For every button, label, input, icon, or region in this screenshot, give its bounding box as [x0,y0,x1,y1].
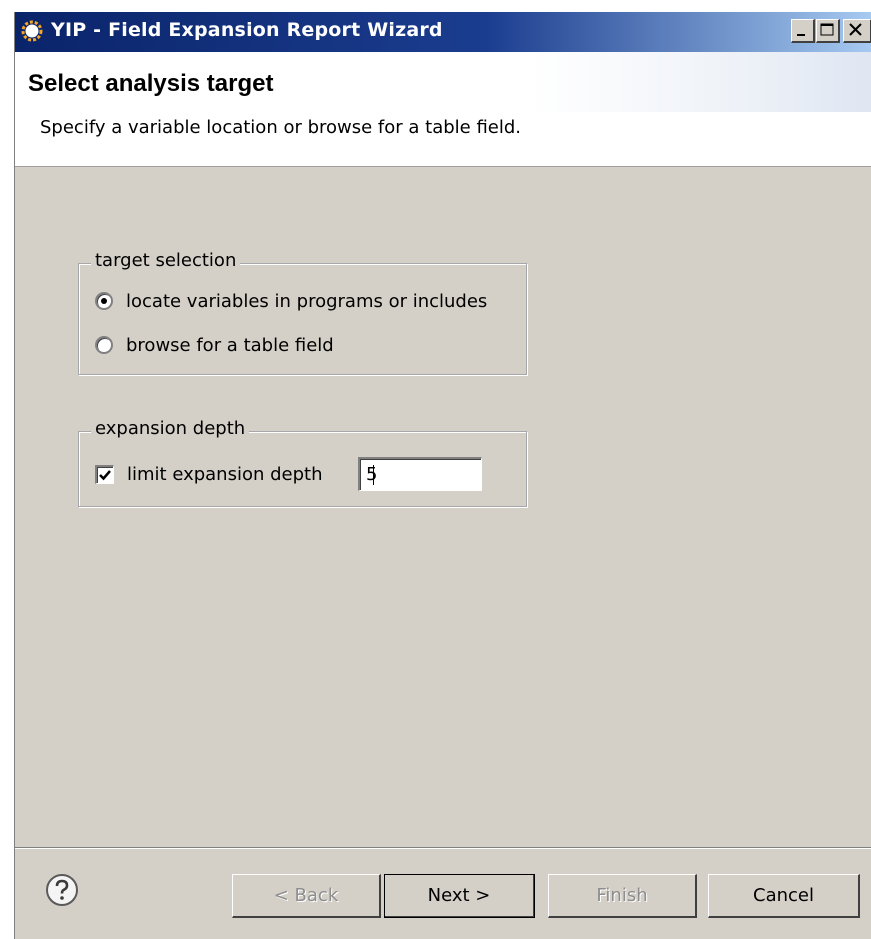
locate-variables-radio-row[interactable]: locate variables in programs or includes [95,288,487,314]
wizard-header: Select analysis target Specify a variabl… [15,52,871,167]
back-button[interactable]: < Back [232,874,381,918]
header-banner [532,52,871,112]
locate-variables-radio[interactable] [95,292,113,310]
wizard-window: YIP - Field Expansion Report Wizard Sele… [14,12,871,939]
close-button[interactable] [843,19,871,43]
target-selection-legend: target selection [91,250,241,271]
app-gear-icon [21,20,43,42]
locate-variables-label[interactable]: locate variables in programs or includes [126,291,487,312]
limit-depth-checkbox[interactable] [95,464,114,484]
checkmark-icon [99,469,111,480]
help-icon[interactable] [45,873,79,907]
depth-input[interactable] [358,457,482,491]
next-button[interactable]: Next > [384,874,535,918]
cancel-button[interactable]: Cancel [708,874,860,918]
limit-depth-checkbox-row[interactable]: limit expansion depth [95,461,323,487]
page-description: Specify a variable location or browse fo… [40,117,522,138]
minimize-icon [797,34,805,36]
minimize-button[interactable] [791,19,815,43]
expansion-depth-group: expansion depth limit expansion depth [78,418,527,507]
title-bar[interactable]: YIP - Field Expansion Report Wizard [15,12,871,52]
expansion-depth-legend: expansion depth [91,418,250,439]
finish-button[interactable]: Finish [548,874,697,918]
footer-separator [15,847,871,849]
limit-depth-label[interactable]: limit expansion depth [127,464,323,485]
window-title: YIP - Field Expansion Report Wizard [51,19,443,41]
browse-table-field-radio[interactable] [95,336,113,354]
browse-table-field-label[interactable]: browse for a table field [126,335,334,356]
target-selection-group: target selection locate variables in pro… [78,250,527,375]
page-title: Select analysis target [28,70,274,97]
maximize-icon [820,23,834,36]
browse-table-field-radio-row[interactable]: browse for a table field [95,332,334,358]
close-icon [849,23,862,36]
text-caret [373,465,374,485]
maximize-button[interactable] [816,19,840,43]
